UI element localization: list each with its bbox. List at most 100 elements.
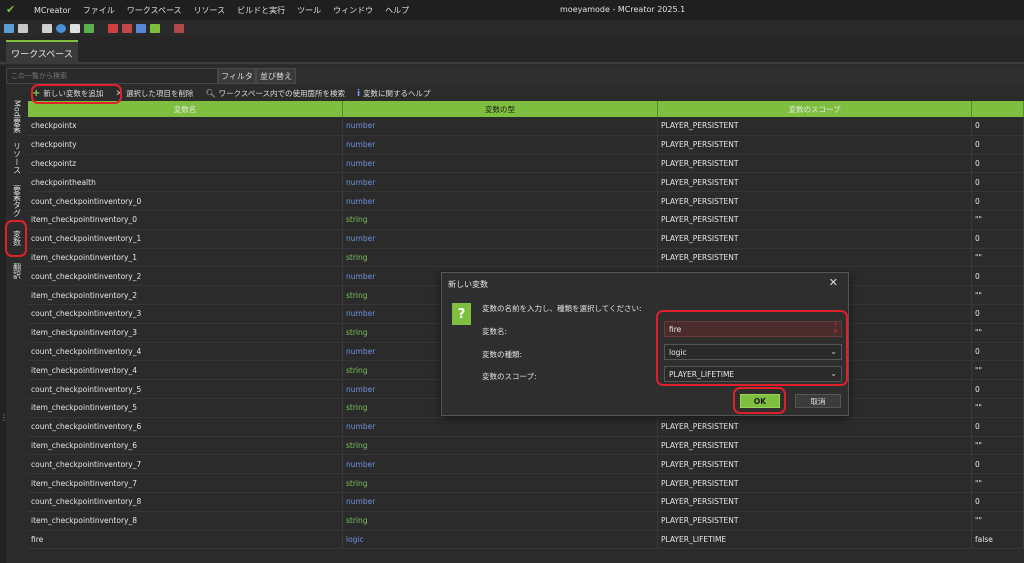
toolbar <box>0 20 1024 36</box>
search-input[interactable] <box>6 68 218 84</box>
debug-icon[interactable] <box>174 23 184 33</box>
cell-variable-type: number <box>343 154 658 173</box>
add-variable-button[interactable]: + 新しい変数を追加 <box>28 86 107 101</box>
cell-variable-type: number <box>343 455 658 474</box>
cell-variable-type: number <box>343 229 658 248</box>
table-row[interactable]: count_checkpointinventory_6 number PLAYER_… <box>28 417 1024 437</box>
close-icon[interactable]: ✕ <box>829 276 838 289</box>
table-row[interactable]: count_checkpointinventory_7 number PLAYER_… <box>28 455 1024 475</box>
cell-variable-name: checkpointy <box>28 135 343 154</box>
cell-default-value: false <box>972 530 1024 549</box>
side-tab-variables[interactable]: 変数 <box>8 226 26 250</box>
cell-variable-scope: PLAYER_PERSISTENT <box>658 173 972 192</box>
table-row[interactable]: fire logic PLAYER_LIFETIME false <box>28 530 1024 550</box>
ok-button[interactable]: OK <box>740 394 780 408</box>
menu-build-run[interactable]: ビルドと実行 <box>231 5 291 16</box>
cell-default-value: 0 <box>972 229 1024 248</box>
variables-help-button[interactable]: i 変数に関するヘルプ <box>353 86 435 101</box>
variable-type-label: 変数の種類: <box>482 350 523 359</box>
cell-variable-name: count_checkpointinventory_0 <box>28 192 343 210</box>
table-row[interactable]: checkpointy number PLAYER_PERSISTENT 0 <box>28 135 1024 155</box>
search-icon: 🔍︎ <box>205 89 216 98</box>
cell-default-value: "" <box>972 286 1024 304</box>
cell-variable-scope: PLAYER_PERSISTENT <box>658 436 972 455</box>
side-tab-resources[interactable]: リソース <box>8 138 26 178</box>
menu-file[interactable]: ファイル <box>77 5 121 16</box>
filter-button[interactable]: フィルタ <box>218 68 256 84</box>
cell-default-value: 0 <box>972 455 1024 474</box>
find-usages-button[interactable]: 🔍︎ ワークスペース内での使用箇所を検索 <box>201 86 349 101</box>
tab-workspace[interactable]: ワークスペース <box>6 40 78 64</box>
run-client-icon[interactable] <box>122 23 132 33</box>
cell-default-value: "" <box>972 210 1024 229</box>
info-icon: i <box>356 88 361 99</box>
cell-variable-name: checkpointx <box>28 117 343 135</box>
side-tab-mod-elements[interactable]: Mod要素 <box>8 96 26 136</box>
menu-help[interactable]: ヘルプ <box>379 5 415 16</box>
cell-variable-name: item_checkpointinventory_7 <box>28 474 343 492</box>
table-row[interactable]: count_checkpointinventory_0 number PLAYER_… <box>28 192 1024 211</box>
question-icon: ? <box>452 303 471 325</box>
build-icon[interactable] <box>108 23 118 33</box>
variable-name-field[interactable]: fire ! ✕ <box>664 321 842 337</box>
validation-error-icon: ! ✕ <box>832 322 838 335</box>
cell-variable-name: item_checkpointinventory_4 <box>28 361 343 380</box>
table-row[interactable]: count_checkpointinventory_8 number PLAYER_… <box>28 492 1024 512</box>
table-row[interactable]: checkpointx number PLAYER_PERSISTENT 0 <box>28 117 1024 136</box>
header-variable-scope[interactable]: 変数のスコープ <box>658 101 972 117</box>
menu-tools[interactable]: ツール <box>291 5 327 16</box>
action-bar: + 新しい変数を追加 ✕ 選択した項目を削除 🔍︎ ワークスペース内での使用箇所… <box>28 86 1024 101</box>
cell-default-value: 0 <box>972 135 1024 154</box>
cell-default-value: "" <box>972 248 1024 267</box>
side-tab-tags[interactable]: 要素タグ <box>8 181 26 221</box>
table-row[interactable]: item_checkpointinventory_8 string PLAYER_P… <box>28 511 1024 531</box>
variable-scope-value: PLAYER_LIFETIME <box>669 369 735 379</box>
table-row[interactable]: item_checkpointinventory_7 string PLAYER_P… <box>28 474 1024 493</box>
run-server-icon[interactable] <box>136 23 146 33</box>
menu-resources[interactable]: リソース <box>188 5 232 16</box>
table-row[interactable]: item_checkpointinventory_0 string PLAYER_P… <box>28 210 1024 230</box>
image-editor-icon[interactable] <box>42 23 52 33</box>
menu-window[interactable]: ウィンドウ <box>327 5 379 16</box>
side-tab-localization[interactable]: 翻訳 <box>8 256 26 286</box>
workspace-icon[interactable] <box>4 23 14 33</box>
cell-variable-name: item_checkpointinventory_2 <box>28 286 343 304</box>
browser-icon[interactable] <box>56 23 66 33</box>
table-row[interactable]: count_checkpointinventory_1 number PLAYER_… <box>28 229 1024 249</box>
splitter-grip-icon[interactable]: ⋮ <box>0 414 8 428</box>
variables-help-label: 変数に関するヘルプ <box>363 89 431 98</box>
table-row[interactable]: checkpointhealth number PLAYER_PERSISTENT 0 <box>28 173 1024 193</box>
export-icon[interactable] <box>150 23 160 33</box>
cell-variable-type: number <box>343 192 658 210</box>
sort-button[interactable]: 並び替え <box>256 68 296 84</box>
header-variable-name[interactable]: 変数名 <box>28 101 343 117</box>
cell-variable-name: count_checkpointinventory_7 <box>28 455 343 474</box>
variable-scope-select[interactable]: PLAYER_LIFETIME ⌄ <box>664 366 842 382</box>
texture-icon[interactable] <box>70 23 80 33</box>
cell-default-value: 0 <box>972 267 1024 286</box>
table-row[interactable]: checkpointz number PLAYER_PERSISTENT 0 <box>28 154 1024 174</box>
cell-variable-scope: PLAYER_PERSISTENT <box>658 492 972 511</box>
cell-variable-name: fire <box>28 530 343 549</box>
header-variable-type[interactable]: 変数の型 <box>343 101 658 117</box>
cancel-button[interactable]: 取消 <box>795 394 841 408</box>
header-default-value[interactable] <box>972 101 1024 117</box>
cell-variable-type: logic <box>343 530 658 549</box>
workspace-settings-icon[interactable] <box>18 23 28 33</box>
cell-variable-scope: PLAYER_PERSISTENT <box>658 417 972 436</box>
cell-variable-type: number <box>343 135 658 154</box>
cell-default-value: "" <box>972 323 1024 342</box>
delete-selected-button[interactable]: ✕ 選択した項目を削除 <box>111 86 197 101</box>
cell-default-value: 0 <box>972 117 1024 135</box>
table-row[interactable]: item_checkpointinventory_6 string PLAYER_P… <box>28 436 1024 456</box>
cell-default-value: 0 <box>972 173 1024 192</box>
cell-variable-scope: PLAYER_PERSISTENT <box>658 455 972 474</box>
new-variable-dialog: 新しい変数 ✕ ? 変数の名前を入力し、種類を選択してください: 変数名: fi… <box>441 272 849 416</box>
cell-variable-type: number <box>343 117 658 135</box>
variable-type-value: logic <box>669 347 687 357</box>
code-icon[interactable] <box>84 23 94 33</box>
menu-workspace[interactable]: ワークスペース <box>121 5 188 16</box>
variable-type-select[interactable]: logic ⌄ <box>664 344 842 360</box>
table-row[interactable]: item_checkpointinventory_1 string PLAYER_P… <box>28 248 1024 268</box>
cell-variable-scope: PLAYER_PERSISTENT <box>658 210 972 229</box>
